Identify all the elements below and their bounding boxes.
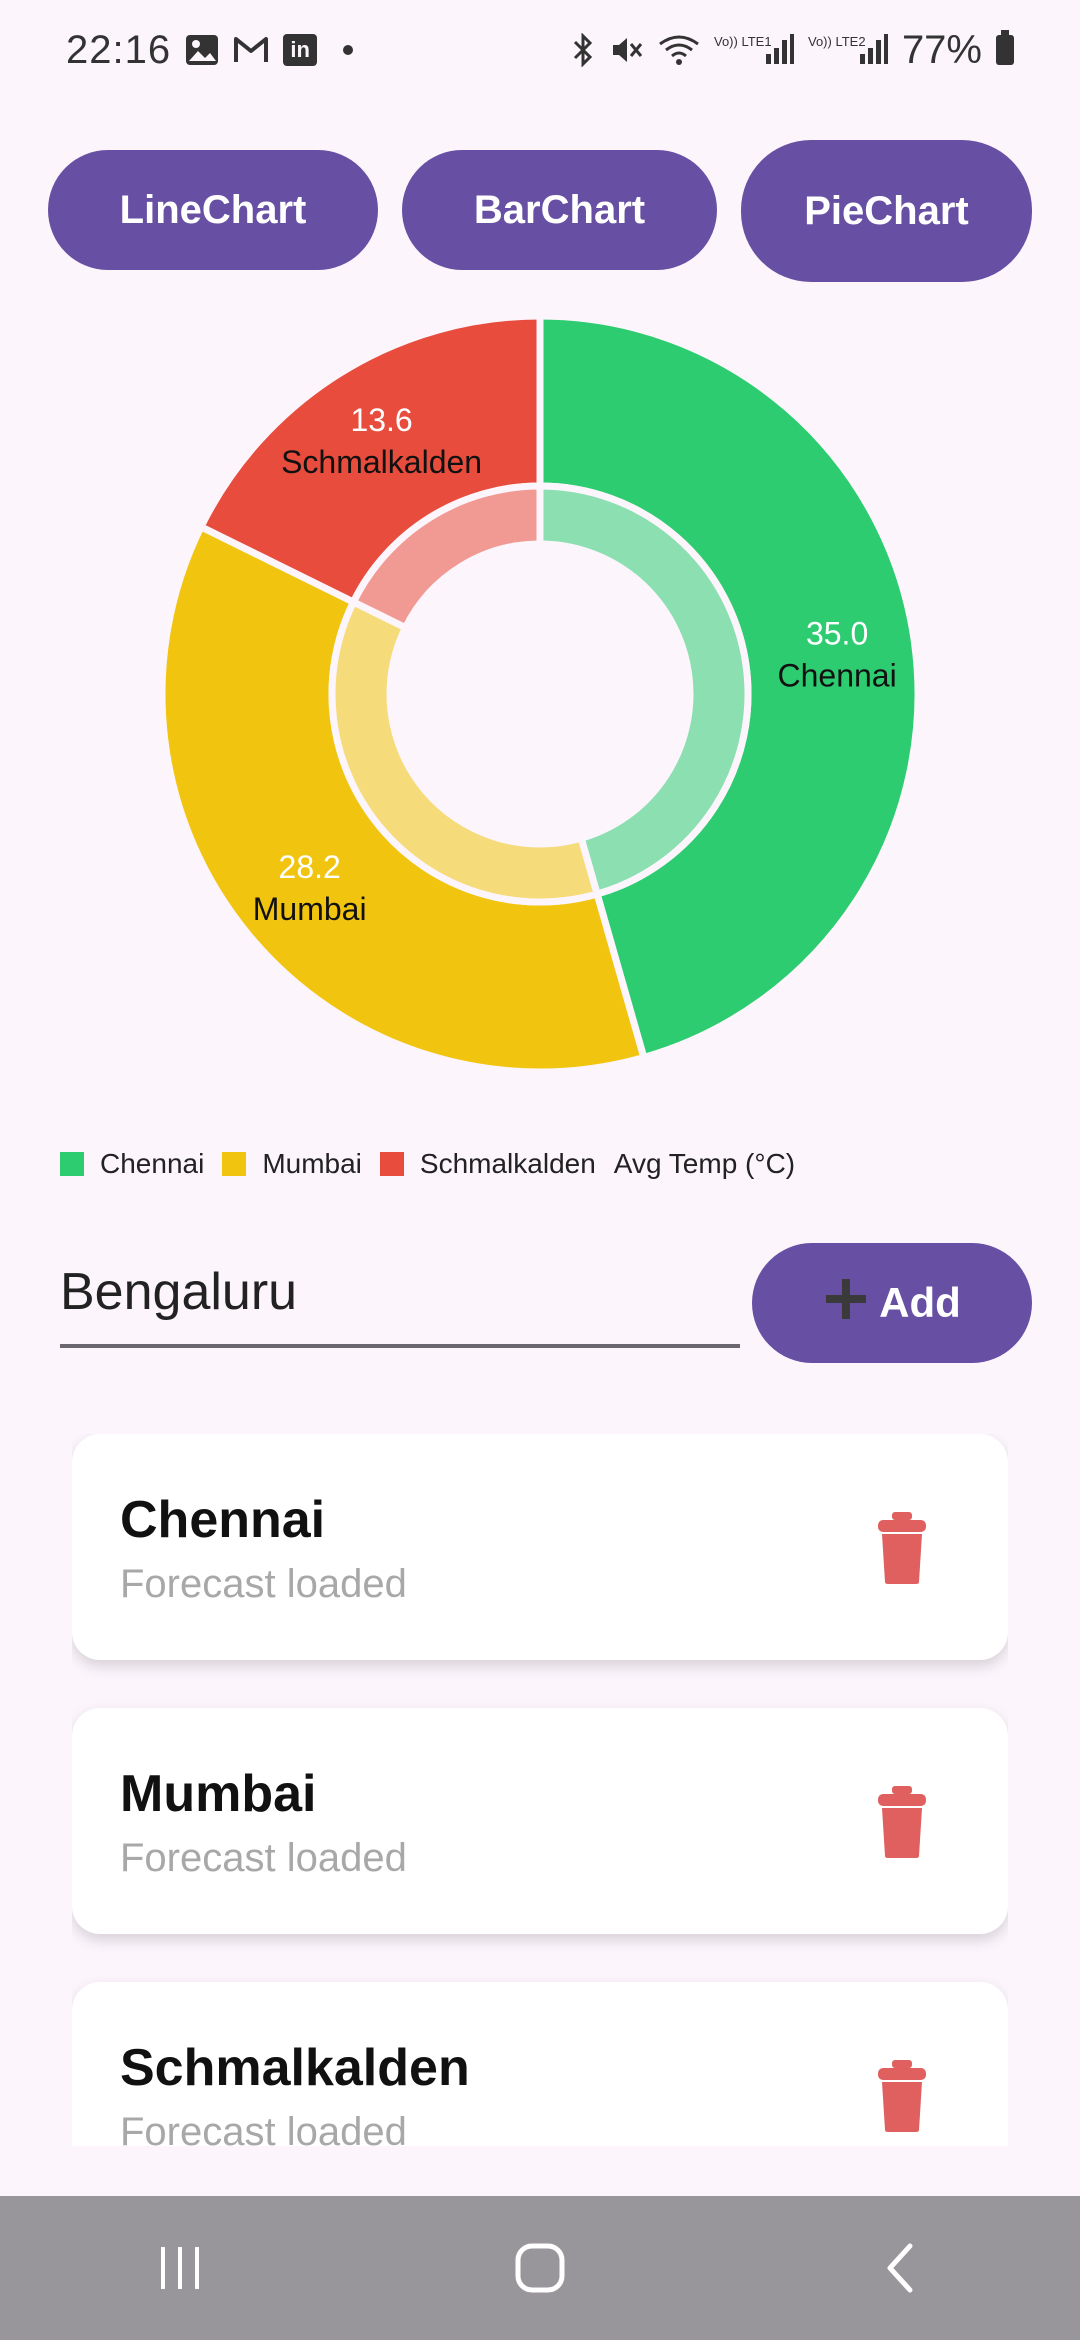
donut-category-label-chennai: Chennai bbox=[778, 657, 897, 693]
notification-dot bbox=[343, 45, 354, 55]
delete-icon[interactable] bbox=[876, 2058, 928, 2134]
donut-category-label-schmalkalden: Schmalkalden bbox=[281, 444, 482, 480]
signal-lte2-icon: Vo)) LTE2 bbox=[808, 32, 888, 68]
legend-label-chennai: Chennai bbox=[100, 1148, 205, 1179]
status-left: 22:16 in bbox=[66, 27, 354, 73]
add-button[interactable]: Add bbox=[752, 1243, 1032, 1363]
donut-value-label-mumbai: 28.2 bbox=[279, 849, 341, 885]
city-card-schmalkalden[interactable]: Schmalkalden Forecast loaded bbox=[72, 1982, 1008, 2146]
legend-item-mumbai: Mumbai bbox=[222, 1148, 362, 1180]
battery-percent: 77% bbox=[901, 27, 982, 72]
city-status: Forecast loaded bbox=[120, 2110, 407, 2146]
add-city-row: Add bbox=[60, 1240, 1038, 1370]
piechart-button[interactable]: PieChart bbox=[741, 140, 1032, 282]
city-name: Schmalkalden bbox=[120, 2039, 470, 2097]
linechart-button[interactable]: LineChart bbox=[48, 150, 378, 270]
svg-text:Vo)) LTE1: Vo)) LTE1 bbox=[714, 34, 772, 49]
status-right: Vo)) LTE1 Vo)) LTE2 77% bbox=[570, 28, 1014, 73]
city-status: Forecast loaded bbox=[120, 1836, 407, 1880]
delete-icon[interactable] bbox=[876, 1784, 928, 1860]
legend-swatch-schmalkalden bbox=[379, 1152, 404, 1176]
recent-apps-icon[interactable] bbox=[150, 2238, 210, 2298]
clock: 22:16 bbox=[66, 27, 172, 72]
donut-slices bbox=[158, 312, 922, 1076]
add-button-label: Add bbox=[879, 1279, 961, 1326]
legend-item-chennai: Chennai bbox=[60, 1148, 204, 1180]
signal-lte1-icon: Vo)) LTE1 bbox=[714, 32, 794, 68]
battery-icon bbox=[996, 30, 1014, 65]
barchart-button[interactable]: BarChart bbox=[402, 150, 717, 270]
system-nav-bar bbox=[0, 2196, 1080, 2340]
legend-swatch-mumbai bbox=[222, 1152, 247, 1176]
plus-icon bbox=[823, 1275, 869, 1331]
legend-item-schmalkalden: Schmalkalden bbox=[379, 1148, 596, 1180]
donut-category-label-mumbai: Mumbai bbox=[253, 891, 367, 927]
legend-label-schmalkalden: Schmalkalden bbox=[419, 1148, 596, 1179]
chart-type-buttons: LineChart BarChart PieChart bbox=[0, 140, 1080, 290]
donut-value-label-schmalkalden: 13.6 bbox=[350, 402, 412, 438]
status-bar: 22:16 in Vo)) LTE1 Vo)) LTE2 77% bbox=[0, 0, 1080, 100]
image-icon bbox=[185, 34, 219, 66]
city-status: Forecast loaded bbox=[120, 1562, 407, 1606]
chart-legend: Chennai Mumbai Schmalkalden Avg Temp (°C… bbox=[60, 1148, 795, 1180]
legend-label-mumbai: Mumbai bbox=[262, 1148, 362, 1179]
city-input[interactable] bbox=[60, 1240, 740, 1348]
city-name: Chennai bbox=[120, 1491, 326, 1549]
city-card-mumbai[interactable]: Mumbai Forecast loaded bbox=[72, 1708, 1008, 1934]
donut-value-label-chennai: 35.0 bbox=[806, 615, 868, 651]
home-icon[interactable] bbox=[510, 2238, 570, 2298]
gmail-icon bbox=[233, 35, 269, 65]
delete-icon[interactable] bbox=[876, 1510, 928, 1586]
legend-title: Avg Temp (°C) bbox=[613, 1148, 796, 1179]
city-card-chennai[interactable]: Chennai Forecast loaded bbox=[72, 1434, 1008, 1660]
svg-text:Vo)) LTE2: Vo)) LTE2 bbox=[808, 34, 866, 49]
mute-icon bbox=[610, 34, 644, 66]
donut-chart: 35.0 Chennai 28.2 Mumbai 13.6 Schmalkalden bbox=[158, 312, 922, 1076]
city-name: Mumbai bbox=[120, 1765, 317, 1823]
city-list: Chennai Forecast loaded Mumbai Forecast … bbox=[72, 1434, 1008, 2146]
legend-swatch-chennai bbox=[60, 1152, 84, 1176]
back-icon[interactable] bbox=[870, 2238, 930, 2298]
linkedin-icon: in bbox=[283, 34, 318, 66]
bluetooth-icon bbox=[570, 33, 596, 67]
wifi-icon bbox=[658, 34, 700, 66]
